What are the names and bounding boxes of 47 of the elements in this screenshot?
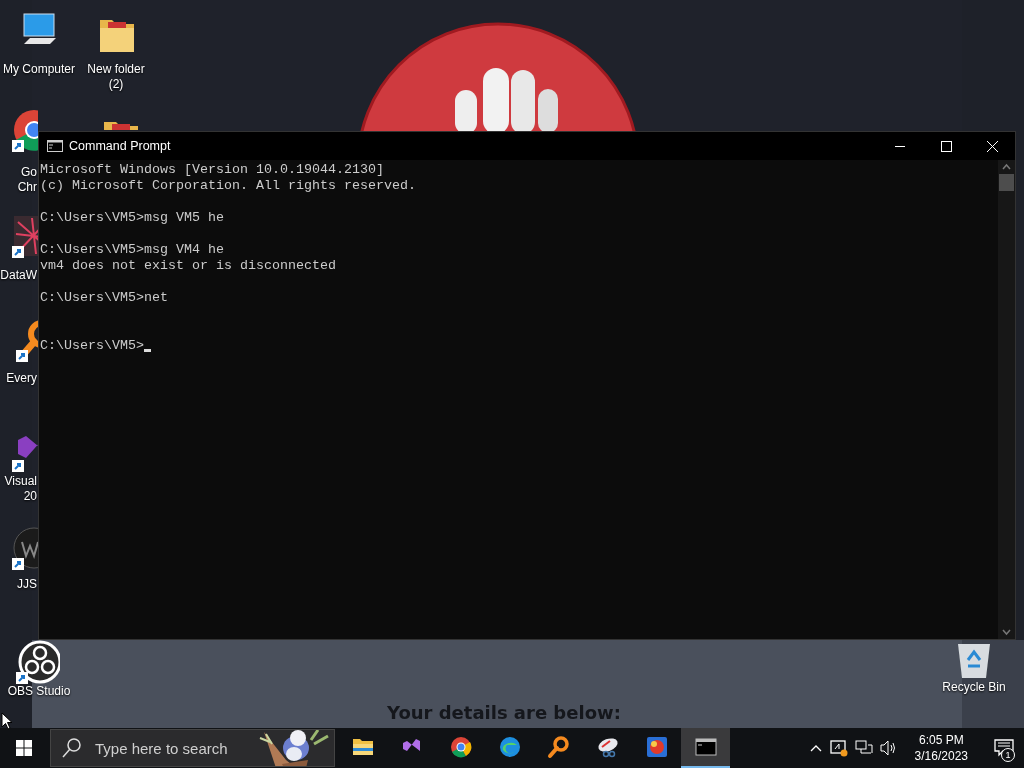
clock[interactable]: 6:05 PM 3/16/2023 (914, 732, 968, 764)
console-prompt: C:\Users\VM5> (40, 338, 144, 354)
terminal-icon (693, 735, 718, 759)
terminal-icon (47, 140, 63, 152)
desktop-icon-label: Visual (3, 474, 37, 489)
edge-icon (497, 735, 522, 759)
page-heading: Your details are below: (387, 702, 621, 723)
desktop-icon-label: Every (5, 371, 37, 386)
desktop-icon-label: Recycle Bin (941, 680, 1007, 695)
message-icon (994, 739, 1014, 757)
search-icon (61, 737, 83, 759)
scrollbar[interactable] (998, 160, 1015, 639)
scroll-thumb[interactable] (999, 174, 1014, 191)
notifications-button[interactable]: 1 (984, 728, 1024, 768)
desktop-icon-label: DataW (0, 268, 37, 283)
app-status-icon[interactable] (828, 739, 849, 757)
desktop-icon-label: Go (20, 165, 37, 180)
window-title: Command Prompt (69, 139, 172, 153)
clock-date: 3/16/2023 (914, 748, 968, 764)
desktop-icon-label: Chr (16, 180, 37, 195)
taskbar-app-button[interactable] (681, 728, 730, 768)
chrome-icon (448, 735, 473, 759)
volume-icon[interactable] (878, 740, 897, 756)
search-input[interactable]: Type here to search (95, 739, 245, 757)
maximize-icon (940, 140, 952, 152)
windows-logo-icon (16, 740, 32, 756)
console-line: Microsoft Windows [Version 10.0.19044.2130] (40, 162, 384, 178)
console-line: C:\Users\VM5>msg VM4 he (40, 242, 224, 258)
desktop-icon-label: New folder (86, 62, 146, 77)
desktop-icon-label: 20 (22, 489, 37, 504)
magnifier-icon (546, 735, 571, 759)
console-line: vm4 does not exist or is disconnected (40, 258, 336, 274)
console-line: C:\Users\VM5>msg VM5 he (40, 210, 224, 226)
obs-icon[interactable] (16, 640, 60, 684)
magnifier-icon[interactable] (16, 318, 38, 362)
desktop-icon-label: JJS (16, 577, 37, 592)
desktop-icon-label: OBS Studio (6, 684, 72, 699)
network-icon[interactable] (854, 740, 873, 756)
notification-count: 1 (1001, 748, 1015, 762)
console-line: C:\Users\VM5>net (40, 290, 168, 306)
close-icon (986, 140, 998, 152)
mouse-pointer-icon (1, 712, 13, 730)
console-line: (c) Microsoft Corporation. All rights reserved. (40, 178, 416, 194)
clock-time: 6:05 PM (918, 732, 964, 748)
desktop-icon-label: My Computer (2, 62, 76, 77)
desktop-icon-label: (2) (107, 77, 125, 92)
search-field[interactable]: Type here to search (50, 729, 335, 767)
